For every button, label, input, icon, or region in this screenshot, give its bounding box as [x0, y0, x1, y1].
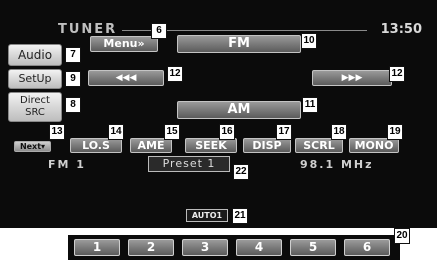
source-title: TUNER — [58, 22, 118, 37]
seek-mode-indicator: AUTO1 — [186, 209, 228, 222]
setup-button[interactable]: SetUp — [8, 69, 62, 89]
callout-21: 21 — [232, 208, 248, 224]
preset-button-1[interactable]: 1 — [74, 239, 120, 256]
preset-button-4[interactable]: 4 — [236, 239, 282, 256]
seek-up-button[interactable]: ▶▶▶ — [312, 70, 392, 86]
scrl-button[interactable]: SCRL — [295, 138, 343, 153]
preset-bar: 1 2 3 4 5 6 — [68, 235, 400, 260]
menu-button[interactable]: Menu» — [90, 36, 158, 52]
mono-button[interactable]: MONO — [349, 138, 399, 153]
seek-button[interactable]: SEEK — [185, 138, 237, 153]
callout-12-right: 12 — [389, 66, 405, 82]
callout-14: 14 — [108, 124, 124, 140]
callout-17: 17 — [276, 124, 292, 140]
clock: 13:50 — [380, 22, 422, 37]
preset-name: Preset 1 — [148, 156, 230, 172]
fm-band-button[interactable]: FM — [177, 35, 301, 53]
disp-button[interactable]: DISP — [243, 138, 291, 153]
next-page-button[interactable]: Next▾ — [14, 141, 51, 152]
callout-7: 7 — [65, 47, 81, 63]
band-label: FM 1 — [48, 158, 86, 171]
callout-20: 20 — [394, 228, 410, 244]
direct-src-button[interactable]: Direct SRC — [8, 92, 62, 122]
callout-11: 11 — [302, 97, 318, 113]
rewind-icon: ◀◀◀ — [115, 73, 137, 83]
frequency-display: 98.1 MHz — [300, 158, 374, 171]
callout-13: 13 — [49, 124, 65, 140]
preset-button-5[interactable]: 5 — [290, 239, 336, 256]
callout-12-left: 12 — [167, 66, 183, 82]
callout-10: 10 — [301, 33, 317, 49]
callout-8: 8 — [65, 97, 81, 113]
callout-22: 22 — [233, 164, 249, 180]
preset-button-3[interactable]: 3 — [182, 239, 228, 256]
los-button[interactable]: LO.S — [70, 138, 122, 153]
preset-button-2[interactable]: 2 — [128, 239, 174, 256]
preset-button-6[interactable]: 6 — [344, 239, 390, 256]
seek-down-button[interactable]: ◀◀◀ — [88, 70, 164, 86]
am-band-button[interactable]: AM — [177, 101, 301, 119]
callout-18: 18 — [331, 124, 347, 140]
tuner-screen: TUNER 13:50 Audio SetUp Direct SRC Menu»… — [0, 0, 437, 228]
callout-16: 16 — [219, 124, 235, 140]
callout-19: 19 — [387, 124, 403, 140]
callout-6: 6 — [151, 23, 167, 39]
audio-button[interactable]: Audio — [8, 44, 62, 66]
fast-forward-icon: ▶▶▶ — [341, 73, 363, 83]
ame-button[interactable]: AME — [130, 138, 172, 153]
callout-9: 9 — [65, 71, 81, 87]
callout-15: 15 — [164, 124, 180, 140]
